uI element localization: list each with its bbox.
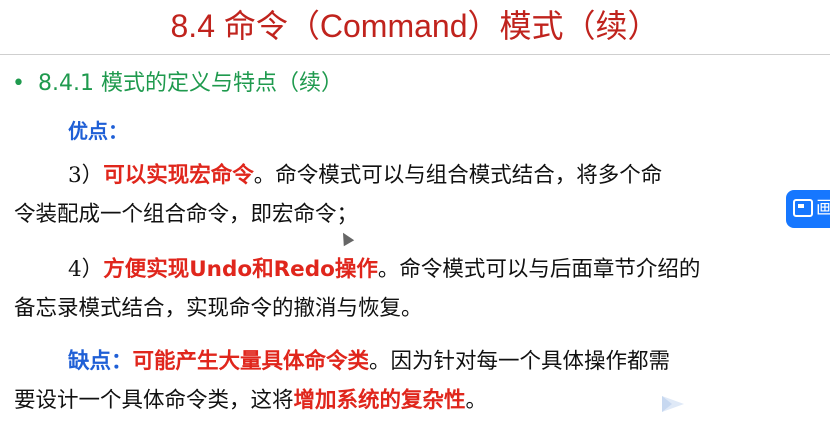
title-divider xyxy=(0,54,830,55)
paragraph-line: 4）方便实现Undo和Redo操作。命令模式可以与后面章节介绍的 xyxy=(14,250,814,289)
screenshot-tool-button[interactable]: 画 xyxy=(786,190,830,228)
body-text: 。因为针对每一个具体操作都需 xyxy=(369,349,671,374)
paragraph-line: 3）可以实现宏命令。命令模式可以与组合模式结合，将多个命 xyxy=(14,156,814,195)
paragraph-macro-command: 3）可以实现宏命令。命令模式可以与组合模式结合，将多个命 令装配成一个组合命令，… xyxy=(14,156,814,234)
paragraph-disadvantages: 缺点：可能产生大量具体命令类。因为针对每一个具体操作都需 要设计一个具体命令类，… xyxy=(14,342,814,420)
body-text: 要设计一个具体命令类，这将 xyxy=(14,388,294,413)
paragraph-line: 缺点：可能产生大量具体命令类。因为针对每一个具体操作都需 xyxy=(14,342,814,381)
item-number: 3） xyxy=(68,163,104,188)
highlight-text: 可以实现宏命令 xyxy=(103,163,254,188)
paragraph-line: 备忘录模式结合，实现命令的撤消与恢复。 xyxy=(14,296,423,321)
body-text: 。 xyxy=(465,388,488,413)
watermark-logo-icon xyxy=(662,396,684,412)
section-heading: 8.4.1 模式的定义与特点（续） xyxy=(38,71,343,96)
body-text: 。命令模式可以与组合模式结合，将多个命 xyxy=(253,163,663,188)
paragraph-undo-redo: 4）方便实现Undo和Redo操作。命令模式可以与后面章节介绍的 备忘录模式结合… xyxy=(14,250,814,328)
advantages-label: 优点： xyxy=(68,119,128,143)
body-text: 。命令模式可以与后面章节介绍的 xyxy=(377,257,701,282)
section-bullet: • 8.4.1 模式的定义与特点（续） xyxy=(12,66,343,102)
disadvantages-label: 缺点： xyxy=(68,349,133,374)
paragraph-line: 要设计一个具体命令类，这将增加系统的复杂性。 xyxy=(14,381,814,420)
paragraph-line: 令装配成一个组合命令，即宏命令； xyxy=(14,202,359,227)
item-number: 4） xyxy=(68,257,104,282)
highlight-text: 可能产生大量具体命令类 xyxy=(132,349,370,374)
bullet-dot: • xyxy=(12,71,25,96)
screenshot-tool-label: 画 xyxy=(816,198,830,219)
highlight-text: 增加系统的复杂性 xyxy=(293,388,466,413)
highlight-text: 方便实现Undo和Redo操作 xyxy=(103,257,378,282)
slide-title: 8.4 命令（Command）模式（续） xyxy=(170,8,660,44)
screenshot-icon xyxy=(793,199,813,217)
